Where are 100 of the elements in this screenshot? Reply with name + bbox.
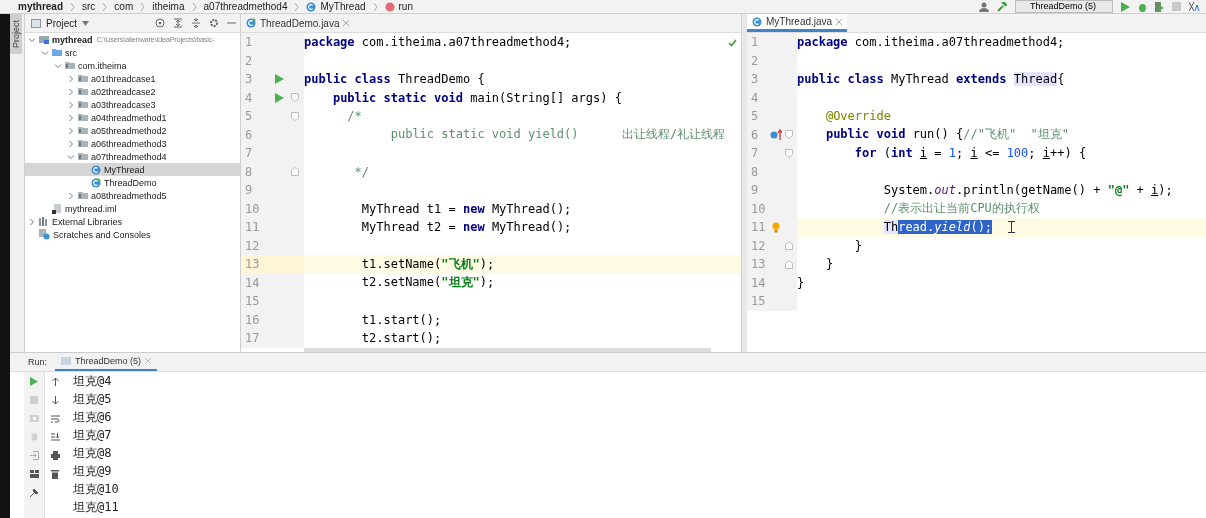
tree-item[interactable]: com.itheima — [25, 59, 240, 72]
line-number: 3 — [750, 72, 760, 87]
code-line: package com.itheima.a07threadmethod4; — [304, 35, 572, 50]
library-icon — [39, 217, 49, 226]
coverage-icon[interactable] — [1155, 1, 1164, 12]
tree-item[interactable]: src — [25, 46, 240, 59]
settings-icon[interactable] — [209, 18, 219, 28]
code-line: //表示出让当前CPU的执行权 — [882, 200, 1040, 218]
fold-icon[interactable] — [291, 167, 299, 177]
line-number: 7 — [244, 146, 254, 161]
line-number: 7 — [750, 146, 760, 161]
run-icon[interactable] — [30, 376, 38, 386]
trash-icon[interactable] — [51, 469, 59, 479]
camera-icon[interactable] — [29, 413, 39, 422]
chevron-icon[interactable] — [67, 113, 75, 122]
target-icon[interactable] — [155, 18, 165, 28]
run-tab[interactable]: ThreadDemo (5) — [55, 352, 158, 371]
translate-icon[interactable] — [1189, 1, 1200, 12]
tree-item[interactable]: a02threadcase2 — [25, 85, 240, 98]
tree-item[interactable]: a03threadcase3 — [25, 98, 240, 111]
code-line: */ — [353, 164, 370, 179]
code-line: public static void main(String[] args) { — [331, 90, 622, 105]
chevron-icon — [70, 2, 75, 11]
tree-item[interactable]: External Libraries — [25, 215, 240, 228]
wrap-icon[interactable] — [50, 414, 60, 423]
folder-icon — [65, 61, 75, 70]
chevron-icon[interactable] — [67, 152, 75, 161]
tree-item[interactable]: a01threadcase1 — [25, 72, 240, 85]
breadcrumb[interactable]: com — [114, 1, 134, 12]
project-tool-tab[interactable]: Project — [10, 14, 22, 54]
chevron-icon[interactable] — [28, 35, 36, 44]
code-line: public static void yield() 出让线程/礼让线程 — [389, 126, 726, 144]
breadcrumb[interactable]: itheima — [152, 1, 185, 12]
run-icon[interactable] — [1121, 1, 1130, 12]
folder-icon — [52, 48, 62, 57]
tree-item[interactable]: a08threadmethod5 — [25, 189, 240, 202]
chevron-icon[interactable] — [67, 139, 75, 148]
console-line: 坦克@4 — [73, 372, 113, 390]
close-icon[interactable] — [145, 357, 152, 364]
code-line: public class ThreadDemo { — [304, 72, 485, 87]
breadcrumb[interactable]: MyThread — [320, 1, 366, 12]
breadcrumb[interactable]: src — [82, 1, 96, 12]
tree-item[interactable]: a07threadmethod4 — [25, 150, 240, 163]
console-line: 坦克@6 — [73, 408, 113, 426]
code-line: public class MyThread extends Thread{ — [797, 72, 1065, 87]
breadcrumb[interactable]: run — [398, 1, 413, 12]
stop-icon[interactable] — [30, 395, 38, 404]
breadcrumb[interactable]: mythread — [18, 1, 63, 12]
line-number: 2 — [750, 53, 760, 68]
up-arrow-icon[interactable] — [51, 376, 59, 386]
chevron-icon[interactable] — [67, 191, 75, 200]
close-icon[interactable] — [343, 20, 350, 26]
chevron-icon[interactable] — [41, 48, 49, 57]
chevron-icon[interactable] — [67, 87, 75, 96]
line-number: 14 — [750, 275, 767, 290]
check-icon[interactable] — [728, 39, 737, 47]
user-icon[interactable] — [978, 1, 989, 12]
line-number: 16 — [244, 312, 261, 327]
run-icon[interactable] — [274, 92, 284, 103]
run-config-dropdown[interactable]: ThreadDemo (5) — [1014, 0, 1113, 13]
run-icon[interactable] — [274, 74, 284, 85]
code-line: public void run() {//"飞机" "坦克" — [824, 126, 1069, 144]
lightbulb-icon[interactable] — [772, 221, 780, 233]
chevron-icon — [294, 2, 300, 11]
breadcrumb[interactable]: a07threadmethod4 — [203, 1, 288, 12]
caret-icon[interactable] — [82, 20, 90, 26]
class-icon — [306, 1, 317, 12]
tree-item[interactable]: a04threadmethod1 — [25, 111, 240, 124]
tree-item[interactable]: ThreadDemo — [25, 176, 240, 189]
layout-icon[interactable] — [29, 469, 39, 478]
code-line: t2.setName("坦克"); — [360, 274, 495, 292]
down-arrow-icon[interactable] — [51, 395, 59, 405]
panel-title[interactable]: Project — [46, 17, 78, 29]
chevron-icon[interactable] — [54, 61, 62, 70]
collapse-all-icon[interactable] — [191, 18, 201, 28]
tree-item[interactable]: Scratches and Consoles — [25, 228, 240, 241]
console-icon — [61, 356, 71, 365]
folder-icon — [78, 113, 88, 122]
chevron-icon[interactable] — [67, 74, 75, 83]
tree-item[interactable]: a05threadmethod2 — [25, 124, 240, 137]
tree-item[interactable]: MyThread — [25, 163, 240, 176]
pin-icon[interactable] — [29, 487, 39, 497]
line-number: 8 — [244, 164, 254, 179]
close-icon[interactable] — [836, 18, 843, 25]
hammer-icon[interactable] — [996, 1, 1007, 12]
exit-icon[interactable] — [29, 450, 39, 460]
line-number: 1 — [750, 35, 760, 50]
tree-item[interactable]: a06threadmethod3 — [25, 137, 240, 150]
chevron-icon[interactable] — [28, 217, 36, 226]
line-number: 11 — [244, 220, 261, 235]
tree-item[interactable]: mythread.iml — [25, 202, 240, 215]
line-number: 12 — [750, 238, 767, 253]
chevron-icon[interactable] — [67, 100, 75, 109]
folder-icon — [78, 87, 88, 96]
scroll-end-icon[interactable] — [50, 432, 60, 441]
override-icon[interactable] — [770, 129, 782, 141]
print-icon[interactable] — [50, 450, 60, 460]
editor-tab[interactable]: MyThread.java — [747, 14, 848, 32]
chevron-icon[interactable] — [67, 126, 75, 135]
expand-all-icon[interactable] — [173, 18, 183, 28]
